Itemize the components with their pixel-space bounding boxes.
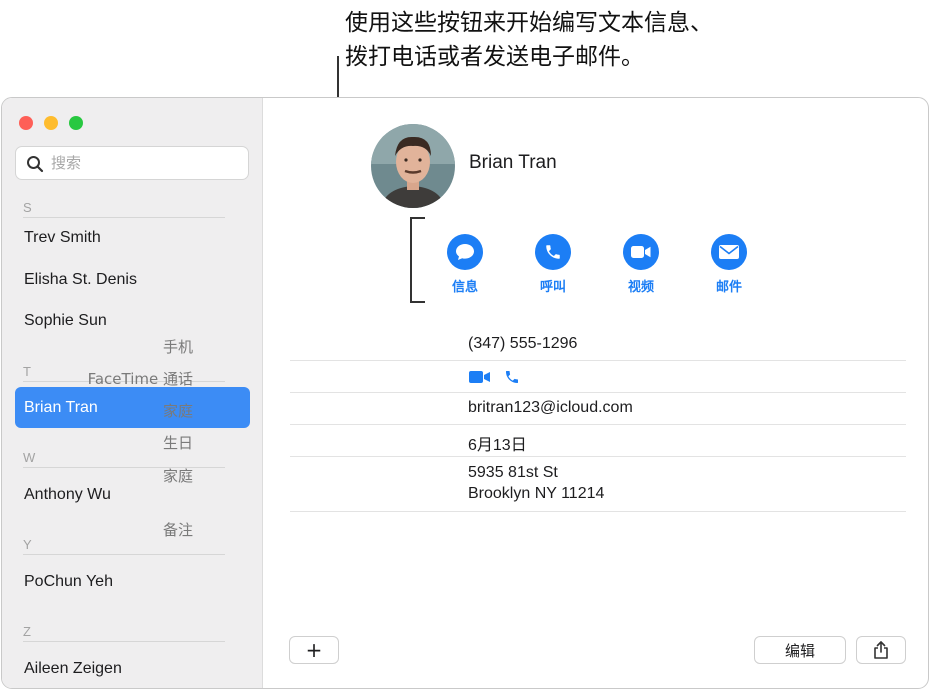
close-window-button[interactable] <box>19 116 33 130</box>
mail-button-circle <box>711 234 747 270</box>
call-button[interactable]: 呼叫 <box>518 234 588 295</box>
contact-list-item[interactable]: PoChun Yeh <box>15 561 250 602</box>
zoom-window-button[interactable] <box>69 116 83 130</box>
callout-bracket-vertical <box>410 217 412 303</box>
contacts-window: S Trev Smith Elisha St. Denis Sophie Sun… <box>1 97 929 689</box>
avatar-photo <box>371 124 455 208</box>
callout-text: 使用这些按钮来开始编写文本信息、 拨打电话或者发送电子邮件。 <box>345 6 815 74</box>
field-value-address-line2[interactable]: Brooklyn NY 11214 <box>468 485 604 503</box>
section-header-y: Y <box>23 537 225 555</box>
search-icon <box>27 156 44 173</box>
field-label-mobile: 手机 <box>162 338 193 356</box>
contact-list-item[interactable]: Elisha St. Denis <box>15 259 250 300</box>
divider <box>290 456 906 457</box>
contact-name: Brian Tran <box>469 152 557 173</box>
field-label-email: 家庭 <box>162 402 193 420</box>
field-value-address-line1[interactable]: 5935 81st St <box>468 464 558 482</box>
contact-list-item[interactable]: Aileen Zeigen <box>15 648 250 688</box>
minimize-window-button[interactable] <box>44 116 58 130</box>
field-label-facetime: FaceTime 通话 <box>87 370 193 388</box>
field-value-mobile[interactable]: (347) 555-1296 <box>468 335 577 353</box>
field-label-birthday: 生日 <box>162 434 193 452</box>
envelope-icon <box>719 245 739 259</box>
facetime-audio-icon[interactable] <box>504 369 520 385</box>
contact-list-item[interactable]: Anthony Wu <box>15 474 250 515</box>
message-bubble-icon <box>456 244 474 260</box>
edit-button[interactable]: 编辑 <box>754 636 846 664</box>
search-input[interactable] <box>51 152 241 174</box>
share-button[interactable] <box>856 636 906 664</box>
contact-list-item-selected[interactable]: Brian Tran <box>15 387 250 428</box>
mail-button-label: 邮件 <box>715 280 742 295</box>
callout-bracket-top <box>410 217 425 219</box>
callout-line-1: 使用这些按钮来开始编写文本信息、 <box>345 10 713 36</box>
contact-list-item[interactable]: Sophie Sun <box>15 300 250 341</box>
divider <box>290 360 906 361</box>
section-header-s: S <box>23 200 225 218</box>
video-button-label: 视频 <box>627 280 654 295</box>
callout-line-2: 拨打电话或者发送电子邮件。 <box>345 44 644 70</box>
field-value-birthday[interactable]: 6月13日 <box>468 431 527 455</box>
call-button-label: 呼叫 <box>539 280 566 295</box>
field-value-email[interactable]: britran123@icloud.com <box>468 399 633 417</box>
video-button-circle <box>623 234 659 270</box>
contact-list-item[interactable]: Trev Smith <box>15 217 250 258</box>
add-contact-button[interactable]: + <box>289 636 339 664</box>
message-button-circle <box>447 234 483 270</box>
divider <box>290 424 906 425</box>
callout-bracket-bottom <box>410 301 425 303</box>
contact-detail-pane: Brian Tran 信息 呼叫 视频 邮件 <box>264 98 928 688</box>
share-icon <box>874 641 888 659</box>
field-label-address: 家庭 <box>162 467 193 485</box>
divider <box>290 511 906 512</box>
message-button-label: 信息 <box>451 280 478 295</box>
video-button[interactable]: 视频 <box>606 234 676 295</box>
message-button[interactable]: 信息 <box>430 234 500 295</box>
divider <box>290 392 906 393</box>
sidebar: S Trev Smith Elisha St. Denis Sophie Sun… <box>2 98 263 688</box>
facetime-video-icon[interactable] <box>469 370 491 384</box>
phone-icon <box>546 245 560 259</box>
avatar <box>371 124 455 208</box>
field-label-notes: 备注 <box>162 521 193 539</box>
section-header-w: W <box>23 450 225 468</box>
search-box[interactable] <box>15 146 249 180</box>
section-header-z: Z <box>23 624 225 642</box>
video-camera-icon <box>631 246 651 258</box>
mail-button[interactable]: 邮件 <box>694 234 764 295</box>
call-button-circle <box>535 234 571 270</box>
